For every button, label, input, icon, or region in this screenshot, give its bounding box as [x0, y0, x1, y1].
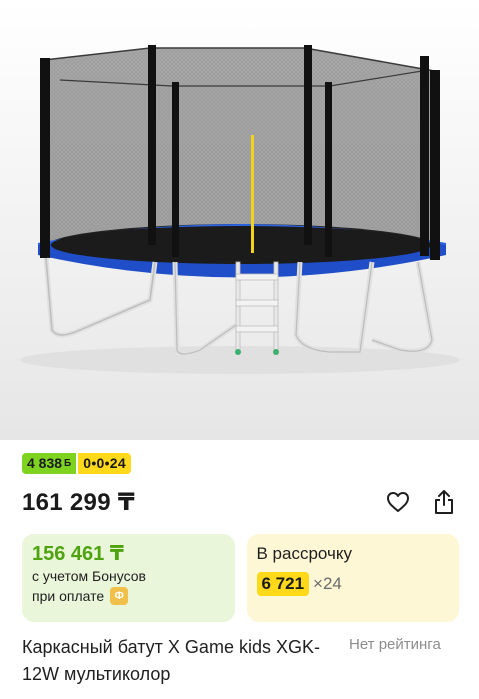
rating-status[interactable]: Нет рейтинга [349, 635, 441, 655]
installment-badge: 0•0•24 [78, 453, 131, 474]
heart-icon [387, 492, 409, 512]
installment-title: В рассрочку [256, 544, 353, 563]
price-row: 161 299 ₸ [22, 488, 457, 522]
trampoline-illustration [0, 0, 479, 440]
bonus-price-note: с учетом Бонусов [32, 568, 146, 584]
bonus-coin-icon: Ф [110, 587, 129, 605]
product-name: Каркасный батут X Game kids XGK-12W муль… [22, 637, 320, 684]
bonus-badge: 4 838 Б [22, 453, 77, 474]
bonus-price-payment: при оплате Ф [32, 586, 225, 606]
promo-badges: 4 838 Б 0•0•24 [22, 453, 131, 474]
bonus-price: 156 461 ₸ [32, 543, 124, 565]
bonus-price-card[interactable]: 156 461 ₸ с учетом Бонусов при оплате Ф [22, 534, 235, 622]
installment-card[interactable]: В рассрочку 6 721 ×24 [246, 534, 459, 622]
share-button[interactable] [431, 488, 457, 516]
product-image[interactable] [0, 0, 479, 440]
price-cards: 156 461 ₸ с учетом Бонусов при оплате Ф … [22, 534, 459, 622]
bonus-payment-label: при оплате [32, 588, 105, 604]
installment-row: 6 721 ×24 [256, 572, 450, 596]
bonus-badge-symbol: Б [64, 458, 72, 469]
bonus-badge-value: 4 838 [27, 455, 63, 471]
favorite-button[interactable] [385, 488, 411, 516]
product-actions [385, 488, 457, 516]
share-icon [435, 490, 453, 514]
installment-amount: 6 721 [256, 572, 310, 596]
installment-months: ×24 [313, 574, 342, 593]
